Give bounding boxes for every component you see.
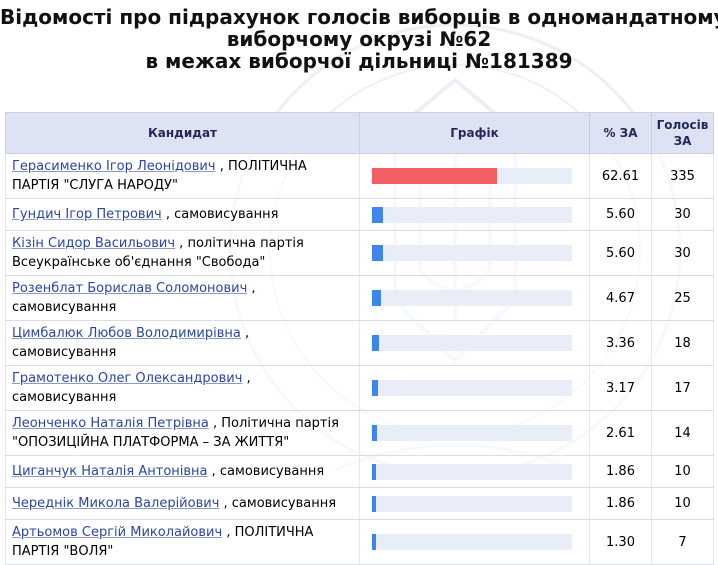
percent-cell: 4.67 [589,275,652,321]
vote-bar [372,206,384,223]
chart-cell [359,365,590,411]
table-row: Розенблат Борислав Соломонович , самовис… [5,275,714,321]
candidate-name-link[interactable]: Череднік Микола Валерійович [12,496,219,511]
votes-cell: 25 [651,275,714,321]
candidate-cell: Герасименко Ігор Леонідович , ПОЛІТИЧНА … [5,153,360,199]
results-table-header: Кандидат Графік % ЗА Голосів ЗА [5,112,714,154]
percent-cell: 1.30 [589,519,652,565]
vote-bar [372,463,377,480]
candidate-affiliation: , самовисування [219,496,337,511]
page-title-line-1: Відомості про підрахунок голосів виборці… [0,5,718,29]
chart-cell [359,487,590,520]
vote-bar-track [372,168,572,184]
candidate-affiliation: , самовисування [161,207,279,222]
table-row: Циганчук Наталія Антонівна , самовисуван… [5,455,714,488]
vote-bar [372,245,384,261]
table-row: Гундич Ігор Петрович , самовисування 5.60… [5,198,714,231]
percent-cell: 1.86 [589,487,652,520]
table-row: Герасименко Ігор Леонідович , ПОЛІТИЧНА … [5,153,714,199]
candidate-name-link[interactable]: Грамотенко Олег Олександрович [12,371,242,386]
candidate-cell: Циганчук Наталія Антонівна , самовисуван… [5,455,360,488]
candidate-name-link[interactable]: Артьомов Сергій Миколайович [12,525,222,540]
chart-cell [359,230,590,276]
table-row: Цимбалюк Любов Володимирівна , самовисув… [5,320,714,366]
percent-cell: 5.60 [589,230,652,276]
candidate-name-link[interactable]: Гундич Ігор Петрович [12,207,162,222]
table-row: Череднік Микола Валерійович , самовисува… [5,487,714,520]
votes-cell: 17 [651,365,714,411]
vote-bar-track [372,290,572,306]
table-row: Кізін Сидор Васильович , політична парті… [5,230,714,276]
votes-cell: 10 [651,487,714,520]
percent-cell: 2.61 [589,410,652,456]
percent-cell: 3.36 [589,320,652,366]
candidate-cell: Череднік Микола Валерійович , самовисува… [5,487,360,520]
page-title-line-3: в межах виборчої дільниці №181389 [145,49,573,73]
percent-cell: 3.17 [589,365,652,411]
candidate-cell: Грамотенко Олег Олександрович , самовису… [5,365,360,411]
vote-bar-track [372,463,572,480]
percent-cell: 5.60 [589,198,652,231]
candidate-name-link[interactable]: Леонченко Наталія Петрівна [12,416,209,431]
column-header-votes-line-1: Голосів [656,118,709,132]
vote-bar-track [372,245,572,261]
column-header-votes-line-2: ЗА [673,134,692,148]
vote-bar [372,290,382,306]
vote-bar [372,168,498,184]
chart-cell [359,198,590,231]
chart-cell [359,153,590,199]
candidate-name-link[interactable]: Герасименко Ігор Леонідович [12,159,216,174]
votes-cell: 10 [651,455,714,488]
candidate-affiliation: , самовисування [207,464,325,479]
vote-bar-track [372,206,572,223]
votes-cell: 30 [651,230,714,276]
votes-cell: 18 [651,320,714,366]
chart-cell [359,320,590,366]
vote-bar-track [372,380,572,396]
percent-cell: 1.86 [589,455,652,488]
vote-bar-track [372,335,572,351]
candidate-name-link[interactable]: Циганчук Наталія Антонівна [12,464,208,479]
vote-bar-track [372,495,572,512]
vote-bar [372,335,379,351]
candidate-cell: Артьомов Сергій Миколайович , ПОЛІТИЧНА … [5,519,360,565]
vote-bar-track [372,534,572,550]
votes-cell: 30 [651,198,714,231]
table-row: Грамотенко Олег Олександрович , самовису… [5,365,714,411]
column-header-candidate[interactable]: Кандидат [5,112,360,154]
votes-cell: 335 [651,153,714,199]
table-row: Артьомов Сергій Миколайович , ПОЛІТИЧНА … [5,519,714,565]
vote-bar-track [372,425,572,441]
candidate-cell: Кізін Сидор Васильович , політична парті… [5,230,360,276]
results-table: Кандидат Графік % ЗА Голосів ЗА Герасиме… [5,112,714,565]
candidate-name-link[interactable]: Розенблат Борислав Соломонович [12,281,247,296]
candidate-name-link[interactable]: Цимбалюк Любов Володимирівна [12,326,241,341]
page-title: Відомості про підрахунок голосів виборці… [0,6,718,72]
table-row: Леонченко Наталія Петрівна , Політична п… [5,410,714,456]
vote-bar [372,380,379,396]
candidate-cell: Леонченко Наталія Петрівна , Політична п… [5,410,360,456]
page-title-line-2: виборчому окрузі №62 [226,27,492,51]
chart-cell [359,275,590,321]
percent-cell: 62.61 [589,153,652,199]
column-header-votes[interactable]: Голосів ЗА [651,112,714,154]
votes-cell: 14 [651,410,714,456]
column-header-percent[interactable]: % ЗА [589,112,652,154]
candidate-cell: Розенблат Борислав Соломонович , самовис… [5,275,360,321]
chart-cell [359,519,590,565]
chart-cell [359,410,590,456]
vote-bar [372,495,377,512]
candidate-cell: Цимбалюк Любов Володимирівна , самовисув… [5,320,360,366]
column-header-chart[interactable]: Графік [359,112,590,154]
candidate-cell: Гундич Ігор Петрович , самовисування [5,198,360,231]
vote-bar [372,534,377,550]
candidate-name-link[interactable]: Кізін Сидор Васильович [12,236,175,251]
vote-bar [372,425,378,441]
votes-cell: 7 [651,519,714,565]
chart-cell [359,455,590,488]
